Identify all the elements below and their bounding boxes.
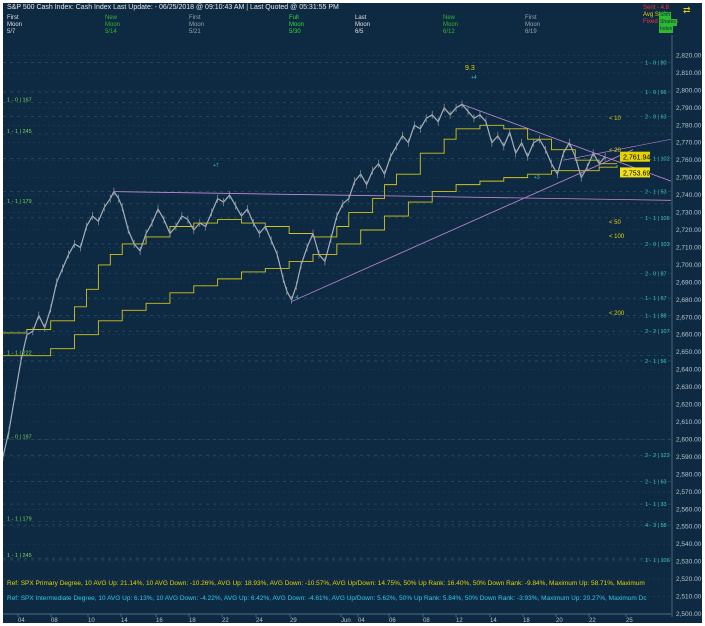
- level-label: 2 - 0 | 87: [645, 272, 667, 278]
- marker-left: +7: [213, 163, 219, 169]
- level-label: 4 - 3 | 58: [645, 523, 667, 529]
- y-tick-label: 2,610.00: [676, 419, 702, 426]
- chart-panel: S&P 500 Cash Index: Cash Index Last Upda…: [3, 3, 702, 623]
- x-tick-label: 25: [626, 618, 633, 623]
- x-tick-label: 08: [423, 618, 430, 623]
- peak-label: 9.3: [465, 65, 475, 72]
- y-tick-label: 2,540.00: [676, 541, 702, 548]
- y-tick-label: 2,820.00: [676, 52, 702, 59]
- left-level-label: 1 - 1 | 179: [7, 199, 32, 205]
- y-tick-label: 2,530.00: [676, 559, 702, 566]
- primary-degree-stats: Ref: SPX Primary Degree, 10 AVG Up: 21.1…: [7, 580, 645, 587]
- x-tick-label: 20: [556, 618, 563, 623]
- level-label: 2 - 0 | 103: [645, 242, 670, 248]
- y-tick-label: 2,780.00: [676, 122, 702, 129]
- left-level-label: 1 - 1 | 179: [7, 516, 32, 522]
- y-tick-label: 2,760.00: [676, 157, 702, 164]
- x-tick-label: 12: [456, 618, 463, 623]
- x-tick-label: 18: [523, 618, 530, 623]
- intermediate-degree-stats: Ref: SPX Intermediate Degree, 10 AVG Up:…: [7, 595, 647, 602]
- y-tick-label: 2,680.00: [676, 297, 702, 304]
- x-tick-label: 16: [156, 618, 163, 623]
- level-label: 2 - 2 | 107: [645, 329, 670, 335]
- x-tick-label: Jun: [341, 618, 351, 623]
- x-tick-label: 22: [222, 618, 229, 623]
- moving-average-short: [3, 124, 618, 334]
- y-tick-label: 2,670.00: [676, 314, 702, 321]
- y-tick-label: 2,720.00: [676, 227, 702, 234]
- y-tick-label: 2,580.00: [676, 471, 702, 478]
- x-tick-label: 14: [490, 618, 497, 623]
- level-label: 1 - 1 | 67: [645, 296, 667, 302]
- price-box-label: 2,753.69: [623, 170, 650, 177]
- y-tick-label: 2,600.00: [676, 436, 702, 443]
- y-tick-label: 2,630.00: [676, 384, 702, 391]
- x-tick-label: 08: [51, 618, 58, 623]
- y-tick-label: 2,570.00: [676, 489, 702, 496]
- y-tick-label: 2,740.00: [676, 192, 702, 199]
- y-tick-label: 2,640.00: [676, 367, 702, 374]
- price-line: [3, 103, 606, 458]
- trendline-up: [291, 149, 634, 302]
- y-tick-label: 2,770.00: [676, 140, 702, 147]
- y-tick-label: 2,520.00: [676, 576, 702, 583]
- y-tick-label: 2,750.00: [676, 175, 702, 182]
- x-tick-label: 14: [121, 618, 128, 623]
- left-level-label: 1 - 0 | 197: [7, 434, 32, 440]
- moving-average-long: [3, 165, 618, 357]
- y-tick-label: 2,730.00: [676, 210, 702, 217]
- window-frame: S&P 500 Cash Index: Cash Index Last Upda…: [0, 0, 705, 626]
- x-tick-label: 06: [389, 618, 396, 623]
- ma-label: < 20: [609, 148, 622, 154]
- x-tick-label: 10: [88, 618, 95, 623]
- y-tick-label: 2,510.00: [676, 594, 702, 601]
- y-tick-label: 2,810.00: [676, 70, 702, 77]
- level-label: 2 - 1 | 53: [645, 190, 667, 196]
- x-tick-label: 24: [256, 618, 263, 623]
- y-tick-label: 2,710.00: [676, 244, 702, 251]
- level-label: 2 - 1 | 63: [645, 479, 667, 485]
- y-tick-label: 2,690.00: [676, 279, 702, 286]
- ma-label: < 100: [609, 234, 625, 240]
- y-tick-label: 2,790.00: [676, 105, 702, 112]
- y-tick-label: 2,500.00: [676, 611, 702, 618]
- level-label: 1 - 1 | 88: [645, 314, 667, 320]
- level-label: 1 - 1 | 33: [645, 502, 667, 508]
- ma-label: < 50: [609, 220, 622, 226]
- trendline-top-flat: [113, 191, 672, 201]
- price-chart[interactable]: 2,820.00 2,810.00 2,800.00 2,790.00 2,780.00…: [3, 3, 702, 623]
- level-label: 1 - 1 | 106: [645, 216, 670, 222]
- level-label: 2 - 1 | 56: [645, 359, 667, 365]
- x-tick-label: 18: [189, 618, 196, 623]
- x-tick-label: 29: [290, 618, 297, 623]
- level-label: 1 - 0 | 80: [645, 60, 667, 66]
- left-level-label: 1 - 1 | 245: [7, 553, 32, 559]
- ma-label: < 200: [609, 311, 625, 317]
- y-tick-label: 2,620.00: [676, 402, 702, 409]
- left-level-label: 1 - 1 | 245: [7, 129, 32, 135]
- level-label: 1 - 1 | 106: [645, 558, 670, 564]
- marker-high: +4: [471, 75, 477, 81]
- x-tick-label: 22: [589, 618, 596, 623]
- level-label: 2 - 0 | 63: [645, 115, 667, 121]
- level-label: 1 - 0 | 66: [645, 90, 667, 96]
- marker-low: -4: [294, 295, 299, 301]
- ma-label: < 10: [609, 116, 622, 122]
- level-label: 2 - 2 | 122: [645, 453, 670, 459]
- y-tick-label: 2,550.00: [676, 524, 702, 531]
- y-tick-label: 2,650.00: [676, 349, 702, 356]
- y-tick-label: 2,560.00: [676, 506, 702, 513]
- x-tick-label: 04: [18, 618, 25, 623]
- y-tick-label: 2,660.00: [676, 332, 702, 339]
- marker-right: +3: [534, 175, 540, 181]
- x-tick-label: 04: [358, 618, 365, 623]
- left-level-label: 1 - 0 | 167: [7, 98, 32, 104]
- y-tick-label: 2,700.00: [676, 262, 702, 269]
- price-box-label: 2,761.94: [623, 155, 650, 162]
- y-tick-label: 2,590.00: [676, 454, 702, 461]
- y-tick-label: 2,800.00: [676, 87, 702, 94]
